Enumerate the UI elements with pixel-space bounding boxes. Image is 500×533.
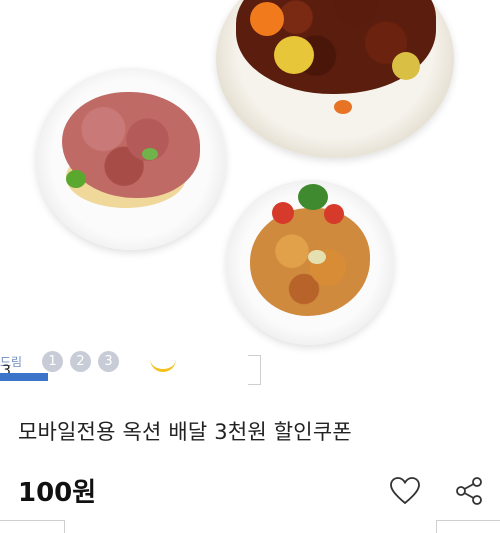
tomato-garnish xyxy=(272,202,294,224)
orange-garnish-small xyxy=(334,100,352,114)
share-icon xyxy=(456,477,482,505)
product-title: 모바일전용 옥션 배달 3천원 할인쿠폰 xyxy=(18,420,352,444)
sliced-meat-plate-image xyxy=(36,68,226,250)
bottom-left-control[interactable] xyxy=(0,520,65,533)
yellow-garnish xyxy=(274,36,314,74)
tomato-garnish-2 xyxy=(324,204,344,224)
herb-garnish xyxy=(298,184,328,210)
carousel-dot-2[interactable]: 2 xyxy=(70,351,91,372)
heart-icon xyxy=(390,477,420,505)
orange-garnish xyxy=(250,2,284,36)
braised-meat-plate-image xyxy=(216,0,454,158)
product-image-carousel[interactable] xyxy=(0,0,500,395)
like-button[interactable] xyxy=(388,474,422,508)
carousel-indicator-row: 드림 1 2 3 3 xyxy=(0,347,500,387)
carousel-dot-3[interactable]: 3 xyxy=(98,351,119,372)
yellow-garnish-small xyxy=(392,52,420,80)
product-price: 100원 xyxy=(18,478,97,508)
placeholder-box xyxy=(248,355,261,385)
share-button[interactable] xyxy=(452,474,486,508)
carousel-dot-1[interactable]: 1 xyxy=(42,351,63,372)
green-pepper-garnish xyxy=(66,170,86,188)
stir-fry-plate-image xyxy=(226,180,394,345)
green-onion-garnish xyxy=(142,148,158,160)
leek-garnish xyxy=(308,250,326,264)
bottom-right-control[interactable] xyxy=(436,520,500,533)
yellow-arc-icon xyxy=(150,353,176,372)
carousel-progress-bar xyxy=(0,373,48,381)
